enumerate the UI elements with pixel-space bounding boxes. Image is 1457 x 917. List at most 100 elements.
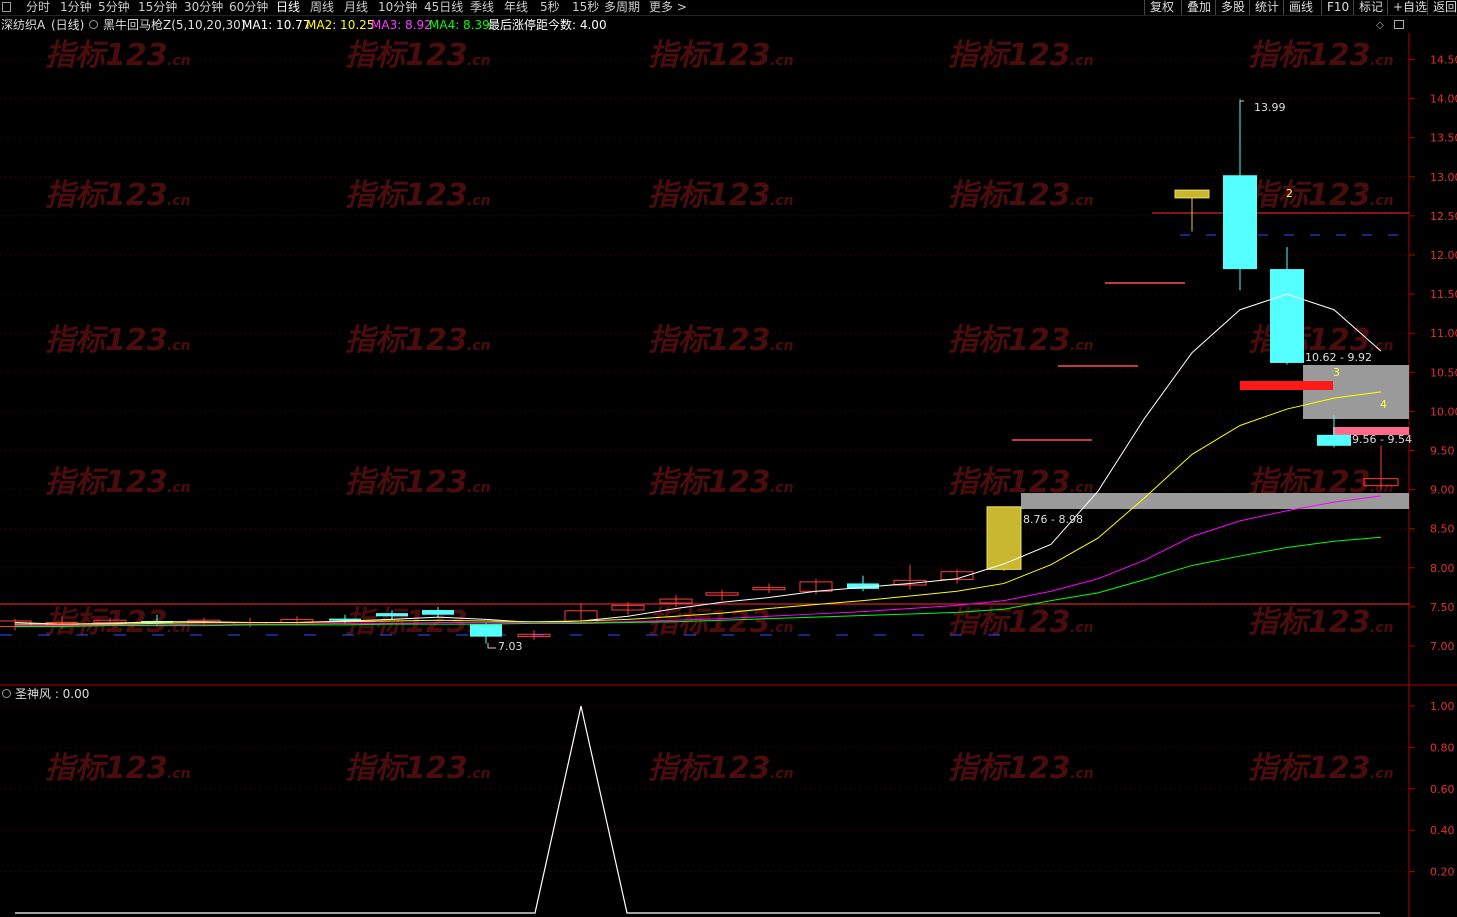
kline-chart[interactable]: 指标123 .cn指标123 .cn指标123 .cn指标123 .cn指标123 .cn… [0, 0, 1457, 917]
watermark-suffix: .cn [770, 338, 794, 354]
dropdown-icon[interactable] [89, 20, 98, 29]
limit-up-text: 最后涨停距今数: 4.00 [488, 18, 607, 32]
candle-body [1317, 434, 1351, 446]
candle-body [1270, 269, 1304, 363]
y-tick-label: 10.00 [1430, 405, 1457, 418]
watermark-text: 指标123 [948, 323, 1071, 358]
candle-body [376, 613, 408, 617]
watermark-text: 指标123 [1248, 178, 1371, 213]
y-tick-label: 9.50 [1430, 445, 1455, 458]
watermark-text: 指标123 [648, 38, 771, 73]
watermark-suffix: .cn [167, 766, 191, 782]
watermark-suffix: .cn [167, 338, 191, 354]
watermark-text: 指标123 [1248, 751, 1371, 786]
watermark-text: 指标123 [45, 178, 168, 213]
watermark-suffix: .cn [467, 53, 491, 69]
watermark-text: 指标123 [45, 465, 168, 500]
ma4-label: MA4: 8.39 [429, 18, 490, 32]
y-tick-label: 7.50 [1430, 601, 1455, 614]
y-tick-label: 14.00 [1430, 93, 1457, 106]
watermark-suffix: .cn [167, 53, 191, 69]
watermark-text: 指标123 [648, 323, 771, 358]
watermark-suffix: .cn [770, 766, 794, 782]
candle-body [422, 610, 454, 615]
zone-label: 9.56 - 9.54 [1352, 433, 1412, 446]
y-tick-label: 14.50 [1430, 54, 1457, 67]
watermark-suffix: .cn [467, 766, 491, 782]
stock-name: 深纺织A [1, 18, 46, 32]
watermark-suffix: .cn [1370, 338, 1394, 354]
high-pointer [1239, 100, 1244, 106]
watermark-suffix: .cn [1070, 193, 1094, 209]
marker-label: 2 [1286, 187, 1293, 200]
watermark-text: 指标123 [45, 38, 168, 73]
period-label: (日线) [51, 18, 85, 32]
y-tick-label: 12.00 [1430, 249, 1457, 262]
watermark-suffix: .cn [1070, 53, 1094, 69]
low-price-label: 7.03 [498, 640, 523, 653]
watermark-text: 指标123 [345, 178, 468, 213]
watermark-suffix: .cn [1370, 620, 1394, 636]
sub-y-tick-label: 0.20 [1430, 866, 1455, 879]
zone-label: 8.76 - 8.98 [1023, 513, 1083, 526]
sub-indicator-label: 圣神风 : 0.00 [15, 687, 90, 701]
indicator-name[interactable]: 黑牛回马枪Z(5,10,20,30) [103, 17, 245, 33]
sub-y-tick-label: 0.40 [1430, 824, 1455, 837]
watermark-text: 指标123 [948, 751, 1071, 786]
watermark-text: 指标123 [345, 751, 468, 786]
watermark-text: 指标123 [648, 751, 771, 786]
y-tick-label: 12.50 [1430, 210, 1457, 223]
y-tick-label: 13.50 [1430, 132, 1457, 145]
watermark-suffix: .cn [1370, 193, 1394, 209]
diamond-icon[interactable]: ◇ [1376, 20, 1384, 31]
resistance-zone [1303, 365, 1409, 419]
watermark-suffix: .cn [770, 480, 794, 496]
candle-body [1174, 189, 1210, 199]
ma2-label: MA2: 10.25 [306, 18, 375, 32]
watermark-suffix: .cn [770, 620, 794, 636]
watermark-text: 指标123 [345, 38, 468, 73]
watermark-text: 指标123 [45, 751, 168, 786]
watermark-suffix: .cn [167, 480, 191, 496]
y-tick-label: 8.50 [1430, 523, 1455, 536]
y-tick-label: 13.00 [1430, 171, 1457, 184]
watermark-suffix: .cn [167, 193, 191, 209]
watermark-text: 指标123 [648, 178, 771, 213]
candle-body [470, 624, 502, 637]
watermark-text: 指标123 [648, 465, 771, 500]
ma3-label: MA3: 8.92 [371, 18, 432, 32]
watermark-text: 指标123 [1248, 605, 1371, 640]
indicator-line [15, 705, 1380, 914]
marker-label: 4 [1380, 398, 1387, 411]
support-zone [1021, 493, 1409, 509]
high-price-label: 13.99 [1254, 101, 1286, 114]
watermark-text: 指标123 [948, 605, 1071, 640]
ma1-label: MA1: 10.77 [242, 18, 311, 32]
signal-bar-red [1240, 381, 1333, 390]
marker-label: 3 [1333, 366, 1340, 379]
watermark-suffix: .cn [1370, 766, 1394, 782]
watermark-suffix: .cn [1370, 53, 1394, 69]
zone-label: 10.62 - 9.92 [1305, 351, 1372, 364]
watermark-suffix: .cn [770, 193, 794, 209]
sub-y-tick-label: 0.60 [1430, 783, 1455, 796]
y-tick-label: 11.00 [1430, 327, 1457, 340]
watermark-text: 指标123 [948, 38, 1071, 73]
y-tick-label: 9.00 [1430, 484, 1455, 497]
watermark-suffix: .cn [467, 338, 491, 354]
sub-dropdown-icon[interactable] [2, 689, 11, 698]
maximize-icon[interactable] [1394, 20, 1404, 29]
watermark-text: 指标123 [948, 178, 1071, 213]
watermark-suffix: .cn [467, 480, 491, 496]
watermark-suffix: .cn [770, 53, 794, 69]
y-tick-label: 8.00 [1430, 562, 1455, 575]
candle-body [986, 506, 1022, 570]
watermark-text: 指标123 [345, 323, 468, 358]
sub-y-tick-label: 0.80 [1430, 741, 1455, 754]
watermark-suffix: .cn [1070, 338, 1094, 354]
watermark-suffix: .cn [1070, 766, 1094, 782]
y-tick-label: 10.50 [1430, 366, 1457, 379]
watermark-text: 指标123 [345, 465, 468, 500]
watermark-suffix: .cn [1070, 620, 1094, 636]
watermark-text: 指标123 [45, 323, 168, 358]
